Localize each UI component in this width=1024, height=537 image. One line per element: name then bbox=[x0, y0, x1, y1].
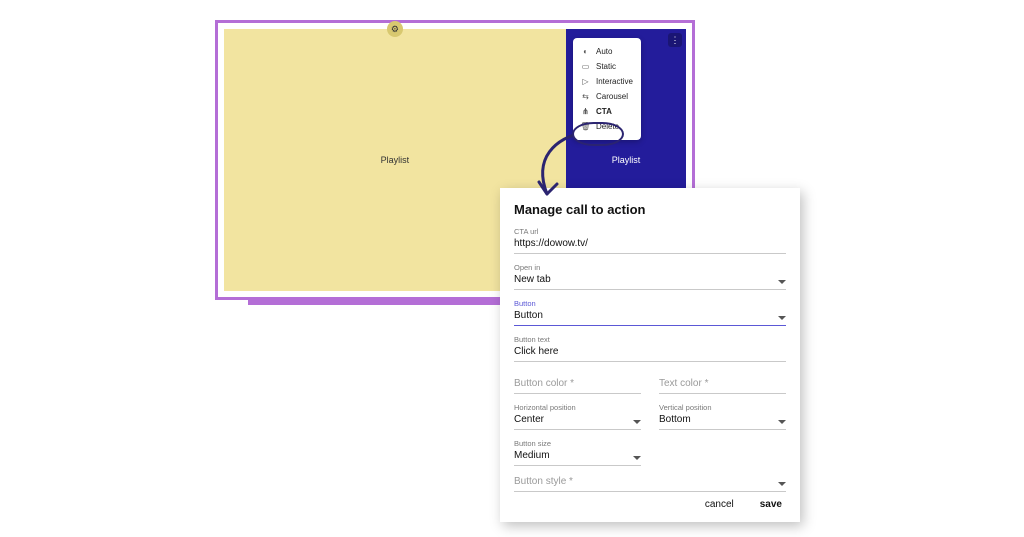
field-v-position[interactable]: Vertical position Bottom bbox=[659, 403, 786, 430]
field-label: Vertical position bbox=[659, 403, 786, 412]
open-in-select[interactable]: New tab bbox=[514, 273, 786, 290]
ctx-item-cta[interactable]: ⋔ CTA bbox=[573, 104, 641, 119]
ctx-item-auto[interactable]: ◐ Auto bbox=[573, 44, 641, 59]
carousel-icon: ⇆ bbox=[581, 92, 590, 101]
field-open-in[interactable]: Open in New tab bbox=[514, 263, 786, 290]
tile-left-label: Playlist bbox=[381, 155, 410, 165]
tile-right-label: Playlist bbox=[612, 155, 641, 165]
chevron-down-icon bbox=[778, 280, 786, 284]
context-menu: ◐ Auto ▭ Static ▷ Interactive ⇆ Carousel… bbox=[573, 38, 641, 140]
button-size-select[interactable]: Medium bbox=[514, 449, 641, 466]
dialog-title: Manage call to action bbox=[514, 202, 786, 217]
save-button[interactable]: save bbox=[756, 497, 786, 512]
field-button[interactable]: Button Button bbox=[514, 299, 786, 326]
chevron-down-icon bbox=[633, 420, 641, 424]
button-color-input[interactable]: Button color * bbox=[514, 377, 641, 394]
button-text-input[interactable]: Click here bbox=[514, 345, 786, 362]
ctx-label: Delete bbox=[596, 122, 619, 131]
ctx-label: CTA bbox=[596, 107, 612, 116]
field-button-size[interactable]: Button size Medium bbox=[514, 439, 641, 466]
ctx-item-static[interactable]: ▭ Static bbox=[573, 59, 641, 74]
field-label: Button bbox=[514, 299, 786, 308]
field-label: Button text bbox=[514, 335, 786, 344]
field-cta-url[interactable]: CTA url https://dowow.tv/ bbox=[514, 227, 786, 254]
ctx-label: Auto bbox=[596, 47, 612, 56]
ctx-label: Carousel bbox=[596, 92, 628, 101]
interactive-icon: ▷ bbox=[581, 77, 590, 86]
tile-menu-button[interactable]: ⋮ bbox=[668, 33, 682, 47]
field-button-color[interactable]: Button color * bbox=[514, 377, 641, 394]
button-style-select[interactable]: Button style * bbox=[514, 475, 786, 492]
kebab-icon: ⋮ bbox=[671, 35, 680, 46]
text-color-input[interactable]: Text color * bbox=[659, 377, 786, 394]
chevron-down-icon bbox=[778, 482, 786, 486]
field-label: Horizontal position bbox=[514, 403, 641, 412]
cta-dialog: Manage call to action CTA url https://do… bbox=[500, 188, 800, 522]
ctx-item-carousel[interactable]: ⇆ Carousel bbox=[573, 89, 641, 104]
field-button-style[interactable]: Button style * bbox=[514, 475, 786, 492]
ctx-item-interactive[interactable]: ▷ Interactive bbox=[573, 74, 641, 89]
h-position-select[interactable]: Center bbox=[514, 413, 641, 430]
ctx-label: Static bbox=[596, 62, 616, 71]
chevron-down-icon bbox=[778, 420, 786, 424]
field-h-position[interactable]: Horizontal position Center bbox=[514, 403, 641, 430]
chevron-down-icon bbox=[633, 456, 641, 460]
cta-url-input[interactable]: https://dowow.tv/ bbox=[514, 237, 786, 254]
cancel-button[interactable]: cancel bbox=[701, 497, 738, 512]
dialog-actions: cancel save bbox=[701, 497, 786, 512]
gear-icon: ⚙ bbox=[391, 24, 399, 35]
field-button-text[interactable]: Button text Click here bbox=[514, 335, 786, 362]
field-label: CTA url bbox=[514, 227, 786, 236]
static-icon: ▭ bbox=[581, 62, 590, 71]
button-type-select[interactable]: Button bbox=[514, 309, 786, 326]
ctx-item-delete[interactable]: 🗑 Delete bbox=[573, 119, 641, 134]
auto-icon: ◐ bbox=[581, 47, 590, 56]
chevron-down-icon bbox=[778, 316, 786, 320]
field-text-color[interactable]: Text color * bbox=[659, 377, 786, 394]
v-position-select[interactable]: Bottom bbox=[659, 413, 786, 430]
cta-icon: ⋔ bbox=[581, 107, 590, 116]
tile-gear-button[interactable]: ⚙ bbox=[387, 21, 403, 37]
ctx-label: Interactive bbox=[596, 77, 633, 86]
delete-icon: 🗑 bbox=[581, 122, 590, 131]
field-label: Button size bbox=[514, 439, 641, 448]
field-label: Open in bbox=[514, 263, 786, 272]
